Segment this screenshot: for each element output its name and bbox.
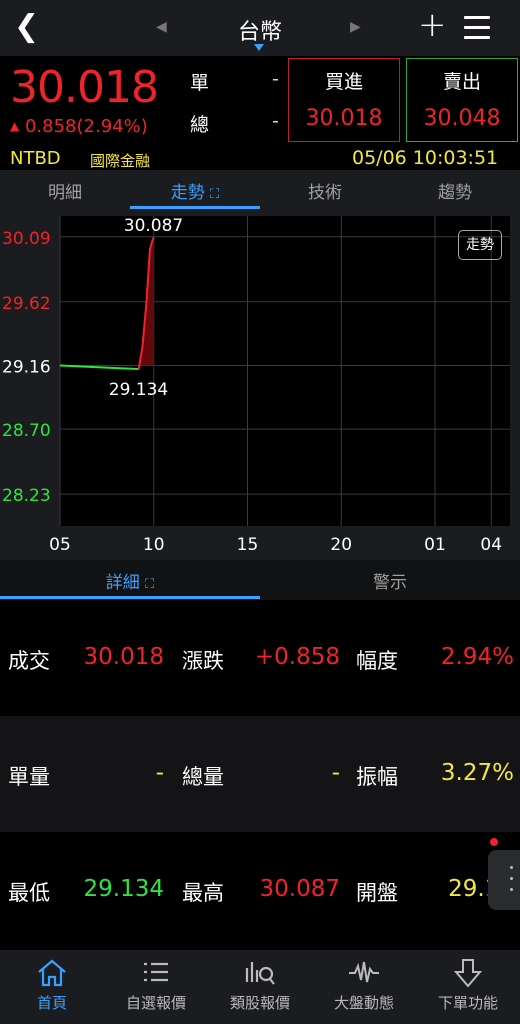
y-tick-label: 28.23 (2, 486, 51, 506)
next-arrow-icon[interactable]: ▶ (350, 19, 361, 35)
detail-row: 單量 - 總量 - 振幅 3.27% (0, 716, 520, 832)
search-chart-icon (245, 962, 275, 985)
last-price: 30.018 (10, 62, 159, 113)
detail-value: 30.087 (259, 876, 340, 902)
chart-svg: 30.09 29.62 29.16 28.70 28.23 05 10 15 20 01 04 30.… (2, 216, 510, 555)
tab-technical[interactable]: 技術 (260, 178, 390, 203)
nav-label: 類股報價 (229, 994, 290, 1012)
detail-value: 30.018 (83, 644, 164, 670)
symbol: NTBD (10, 148, 61, 169)
x-tick-label: 10 (143, 535, 165, 555)
active-detail-underline (0, 596, 260, 599)
title-dropdown-caret-icon[interactable] (254, 44, 264, 51)
price-change: ▲ 0.858(2.94%) (10, 116, 148, 137)
detail-value: 29.134 (83, 876, 164, 902)
tab-tendency[interactable]: 趨勢 (390, 178, 520, 203)
ask-value: 30.048 (423, 106, 501, 131)
detail-row: 最低 29.134 最高 30.087 開盤 29.16 (0, 832, 520, 948)
price-chart[interactable]: 30.09 29.62 29.16 28.70 28.23 05 10 15 20 01 04 30.… (0, 210, 520, 560)
detail-tab-bar: 詳細 ⛶ 警示 (0, 560, 520, 600)
nav-label: 首頁 (36, 994, 67, 1012)
nav-label: 自選報價 (125, 994, 186, 1012)
ask-button[interactable]: 賣出 30.048 (406, 58, 518, 142)
bid-label: 買進 (324, 71, 363, 93)
nav-label: 大盤動態 (333, 994, 394, 1012)
tab-bar: 明細 走勢 ⛶ 技術 趨勢 (0, 170, 520, 210)
detail-value: +0.858 (254, 644, 340, 670)
quote-panel: 30.018 ▲ 0.858(2.94%) 單 - 總 - 買進 30.018 … (0, 56, 520, 170)
x-tick-label: 20 (330, 535, 352, 555)
detail-label: 幅度 (356, 649, 398, 673)
high-annotation: 30.087 (124, 216, 183, 236)
hamburger-icon[interactable] (464, 16, 490, 46)
detail-label: 單量 (8, 765, 50, 789)
expand-icon[interactable]: ⛶ (145, 577, 154, 592)
detail-label: 成交 (8, 649, 50, 673)
instrument-name: 國際金融 (90, 152, 151, 170)
tab-detail[interactable]: 明細 (0, 178, 130, 203)
x-tick-label: 15 (237, 535, 259, 555)
trend-button[interactable]: 走勢 (458, 230, 502, 260)
detail-value: 3.27% (440, 760, 514, 786)
nav-watchlist[interactable]: 自選報價 (104, 950, 208, 1024)
detail-value: - (155, 760, 164, 786)
tab-trend[interactable]: 走勢 ⛶ (130, 178, 260, 203)
x-tick-label: 05 (49, 535, 71, 555)
expand-icon[interactable]: ⛶ (210, 187, 219, 202)
y-tick-label: 29.16 (2, 357, 51, 377)
nav-sector[interactable]: 類股報價 (208, 950, 312, 1024)
bid-button[interactable]: 買進 30.018 (288, 58, 400, 142)
quote-datetime: 05/06 10:03:51 (352, 147, 499, 169)
plot-area (60, 216, 510, 526)
side-handle[interactable] (488, 850, 520, 910)
detail-label: 總量 (182, 765, 224, 789)
change-percent: (2.94%) (76, 116, 148, 137)
x-tick-label: 01 (424, 535, 446, 555)
detail-label: 振幅 (356, 765, 398, 789)
active-tab-underline (130, 206, 260, 209)
detail-label: 開盤 (356, 881, 398, 905)
total-volume-label: 總 (190, 114, 210, 136)
ask-label: 賣出 (442, 71, 481, 93)
nav-market[interactable]: 大盤動態 (312, 950, 416, 1024)
x-tick-label: 04 (480, 535, 502, 555)
bottom-nav: 首頁 自選報價 類股報價 大盤動態 下單功能 (0, 950, 520, 1024)
change-value: 0.858 (24, 116, 77, 137)
tab-details-label: 詳細 (105, 573, 140, 593)
order-arrow-icon (453, 959, 483, 988)
pulse-icon (349, 961, 379, 983)
detail-label: 最高 (182, 881, 224, 905)
detail-row: 成交 30.018 漲跌 +0.858 幅度 2.94% (0, 600, 520, 716)
detail-label: 最低 (8, 881, 50, 905)
total-volume-value: - (272, 110, 279, 132)
detail-value: 2.94% (440, 644, 514, 670)
detail-value: - (331, 760, 340, 786)
detail-label: 漲跌 (182, 649, 224, 673)
tab-alerts[interactable]: 警示 (260, 568, 520, 593)
y-tick-label: 28.70 (2, 421, 51, 441)
top-bar: ❮ ◀ 台幣 ▶ + (0, 0, 520, 56)
notification-dot (490, 838, 498, 846)
nav-label: 下單功能 (437, 994, 498, 1012)
tab-details[interactable]: 詳細 ⛶ (0, 568, 260, 593)
y-tick-label: 29.62 (2, 294, 51, 314)
list-icon (144, 962, 168, 982)
bid-value: 30.018 (305, 106, 383, 131)
plus-icon[interactable]: + (418, 8, 447, 42)
y-tick-label: 30.09 (2, 229, 51, 249)
home-icon (38, 959, 66, 987)
single-volume-label: 單 (190, 72, 210, 94)
low-annotation: 29.134 (109, 380, 168, 400)
up-triangle-icon: ▲ (10, 119, 20, 133)
single-volume-value: - (272, 68, 279, 90)
nav-home[interactable]: 首頁 (0, 950, 104, 1024)
nav-order[interactable]: 下單功能 (416, 950, 520, 1024)
tab-trend-label: 走勢 (170, 183, 205, 203)
